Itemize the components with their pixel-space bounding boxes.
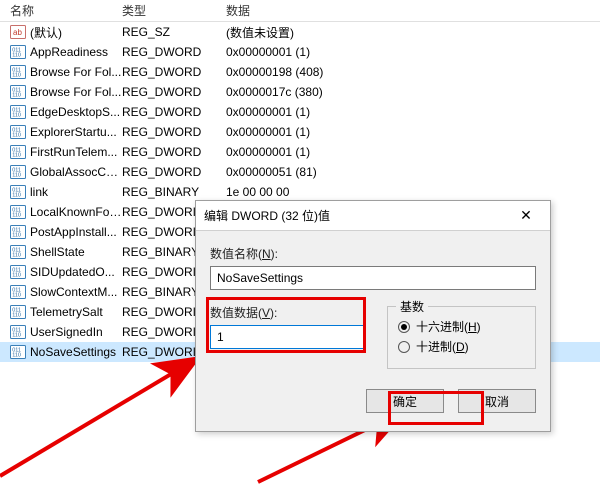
ok-button[interactable]: 确定	[366, 389, 444, 413]
binary-icon	[10, 44, 26, 60]
radio-icon	[398, 321, 410, 333]
binary-icon	[10, 204, 26, 220]
value-name: TelemetrySalt	[30, 305, 122, 319]
value-type: REG_DWORD	[122, 105, 226, 119]
value-data-label: 数值数据(V):	[210, 304, 365, 321]
value-data: 0x00000001 (1)	[226, 45, 596, 59]
binary-icon	[10, 344, 26, 360]
registry-value-row[interactable]: FirstRunTelem...REG_DWORD0x00000001 (1)	[0, 142, 600, 162]
value-name: EdgeDesktopS...	[30, 105, 122, 119]
value-type: REG_DWORD	[122, 45, 226, 59]
binary-icon	[10, 124, 26, 140]
binary-icon	[10, 144, 26, 160]
binary-icon	[10, 104, 26, 120]
value-data: 0x00000001 (1)	[226, 105, 596, 119]
edit-dword-dialog: 编辑 DWORD (32 位)值 ✕ 数值名称(N): NoSaveSettin…	[195, 200, 551, 432]
value-name: LocalKnownFol...	[30, 205, 122, 219]
value-type: REG_DWORD	[122, 125, 226, 139]
value-data: 0x00000001 (1)	[226, 145, 596, 159]
value-name: UserSignedIn	[30, 325, 122, 339]
list-header: 名称 类型 数据	[0, 0, 600, 22]
value-data: 0x00000001 (1)	[226, 125, 596, 139]
header-data[interactable]: 数据	[226, 2, 596, 19]
value-type: REG_DWORD	[122, 85, 226, 99]
radix-legend: 基数	[396, 298, 428, 315]
binary-icon	[10, 264, 26, 280]
value-name: link	[30, 185, 122, 199]
dialog-title: 编辑 DWORD (32 位)值	[204, 207, 330, 224]
value-name: Browse For Fol...	[30, 85, 122, 99]
value-name: AppReadiness	[30, 45, 122, 59]
value-data: 1e 00 00 00	[226, 185, 596, 199]
binary-icon	[10, 184, 26, 200]
string-icon	[10, 24, 26, 40]
binary-icon	[10, 164, 26, 180]
registry-value-row[interactable]: linkREG_BINARY1e 00 00 00	[0, 182, 600, 202]
value-name: ShellState	[30, 245, 122, 259]
value-data: 0x00000051 (81)	[226, 165, 596, 179]
value-data: 0x0000017c (380)	[226, 85, 596, 99]
value-type: REG_BINARY	[122, 185, 226, 199]
cancel-button[interactable]: 取消	[458, 389, 536, 413]
value-name: GlobalAssocCh...	[30, 165, 122, 179]
value-type: REG_DWORD	[122, 65, 226, 79]
registry-value-row[interactable]: AppReadinessREG_DWORD0x00000001 (1)	[0, 42, 600, 62]
close-button[interactable]: ✕	[510, 205, 542, 227]
registry-value-row[interactable]: (默认)REG_SZ(数值未设置)	[0, 22, 600, 42]
binary-icon	[10, 84, 26, 100]
radio-dec[interactable]: 十进制(D)	[398, 338, 525, 355]
registry-value-row[interactable]: GlobalAssocCh...REG_DWORD0x00000051 (81)	[0, 162, 600, 182]
value-data-input[interactable]: 1	[210, 325, 365, 349]
value-name-input[interactable]: NoSaveSettings	[210, 266, 536, 290]
binary-icon	[10, 244, 26, 260]
radix-group: 基数 十六进制(H) 十进制(D)	[387, 306, 536, 369]
value-name: SIDUpdatedO...	[30, 265, 122, 279]
value-name-label: 数值名称(N):	[210, 245, 536, 262]
value-name: NoSaveSettings	[30, 345, 122, 359]
close-icon: ✕	[520, 207, 532, 224]
value-type: REG_DWORD	[122, 145, 226, 159]
registry-value-row[interactable]: Browse For Fol...REG_DWORD0x00000198 (40…	[0, 62, 600, 82]
registry-value-row[interactable]: EdgeDesktopS...REG_DWORD0x00000001 (1)	[0, 102, 600, 122]
radio-hex[interactable]: 十六进制(H)	[398, 318, 525, 335]
binary-icon	[10, 304, 26, 320]
value-name: Browse For Fol...	[30, 65, 122, 79]
header-type[interactable]: 类型	[122, 2, 226, 19]
binary-icon	[10, 284, 26, 300]
radio-icon	[398, 341, 410, 353]
dialog-titlebar: 编辑 DWORD (32 位)值 ✕	[196, 201, 550, 231]
value-data: (数值未设置)	[226, 24, 596, 41]
registry-value-row[interactable]: ExplorerStartu...REG_DWORD0x00000001 (1)	[0, 122, 600, 142]
value-data: 0x00000198 (408)	[226, 65, 596, 79]
binary-icon	[10, 224, 26, 240]
value-name: ExplorerStartu...	[30, 125, 122, 139]
binary-icon	[10, 64, 26, 80]
value-type: REG_DWORD	[122, 165, 226, 179]
registry-value-row[interactable]: Browse For Fol...REG_DWORD0x0000017c (38…	[0, 82, 600, 102]
value-name: PostAppInstall...	[30, 225, 122, 239]
value-name: SlowContextM...	[30, 285, 122, 299]
binary-icon	[10, 324, 26, 340]
value-type: REG_SZ	[122, 25, 226, 39]
value-name: FirstRunTelem...	[30, 145, 122, 159]
header-name[interactable]: 名称	[4, 2, 122, 19]
value-name: (默认)	[30, 24, 122, 41]
